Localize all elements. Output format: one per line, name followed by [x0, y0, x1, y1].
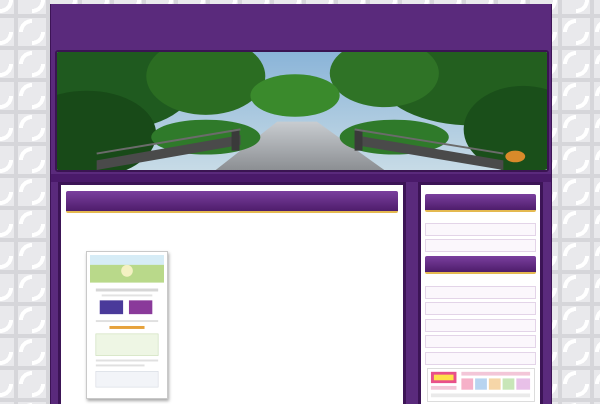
post-line [175, 315, 399, 324]
post-line [175, 369, 399, 378]
advertisement-banner [428, 369, 534, 401]
post-thumbnail[interactable] [86, 251, 168, 399]
widget-title [425, 256, 536, 274]
sidebar-link[interactable] [425, 302, 536, 315]
widget-title [425, 194, 536, 212]
main-content [58, 182, 406, 404]
post-line [175, 378, 399, 387]
sidebar-link[interactable] [425, 286, 536, 299]
sidebar-link[interactable] [425, 352, 536, 365]
post-line [175, 279, 399, 288]
post-line [175, 360, 399, 369]
header-photo [55, 50, 549, 172]
post-body [175, 261, 399, 396]
post-line [175, 270, 399, 279]
sidebar-link[interactable] [425, 239, 536, 252]
post-line [175, 297, 399, 306]
sidebar [418, 182, 543, 404]
post-line [175, 387, 399, 396]
website-screenshot-thumbnail [90, 255, 164, 395]
post-line [175, 333, 399, 342]
sidebar-link[interactable] [425, 319, 536, 332]
page-frame [50, 4, 552, 404]
site-header [51, 4, 551, 50]
post-line [175, 351, 399, 360]
post-line [175, 324, 399, 333]
sidebar-link[interactable] [425, 223, 536, 236]
sidebar-link[interactable] [425, 335, 536, 348]
sidebar-banner[interactable] [427, 368, 535, 402]
post-line [175, 261, 399, 270]
post-line [175, 306, 399, 315]
post-line [175, 342, 399, 351]
post-title-bar [66, 191, 398, 213]
post-line [175, 288, 399, 297]
park-bridge-photo [57, 52, 547, 170]
header-divider [51, 174, 551, 182]
